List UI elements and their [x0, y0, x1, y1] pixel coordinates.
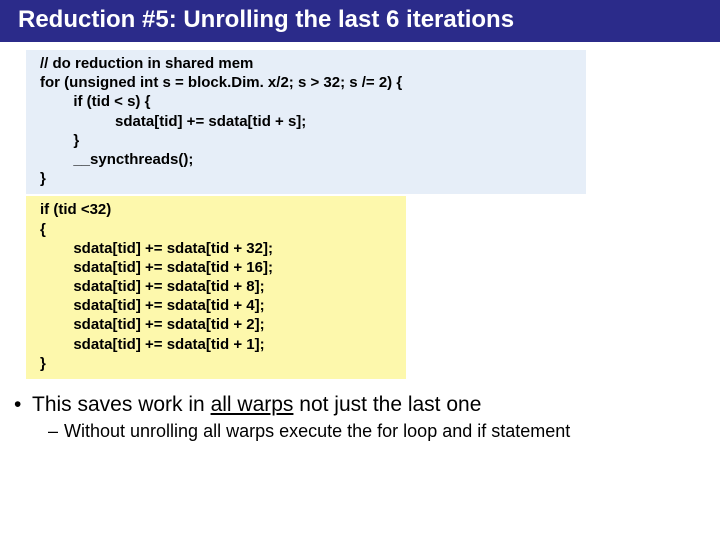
- bullet-dot-icon: •: [14, 393, 32, 417]
- code-line: sdata[tid] += sdata[tid + 4];: [40, 296, 392, 315]
- code-line: for (unsigned int s = block.Dim. x/2; s …: [40, 73, 572, 92]
- slide-content: // do reduction in shared mem for (unsig…: [0, 42, 720, 442]
- bullet-level-2: –Without unrolling all warps execute the…: [48, 421, 720, 442]
- bullet-text: Without unrolling all warps execute the …: [64, 421, 570, 441]
- code-line: sdata[tid] += sdata[tid + s];: [40, 112, 572, 131]
- bullet-dash-icon: –: [48, 421, 64, 442]
- code-line: }: [40, 354, 392, 373]
- code-line: }: [40, 131, 572, 150]
- code-line: __syncthreads();: [40, 150, 572, 169]
- code-line: sdata[tid] += sdata[tid + 32];: [40, 239, 392, 258]
- code-line: sdata[tid] += sdata[tid + 8];: [40, 277, 392, 296]
- code-block-loop: // do reduction in shared mem for (unsig…: [26, 50, 586, 194]
- code-line: if (tid < s) {: [40, 92, 572, 111]
- code-line: if (tid <32): [40, 200, 392, 219]
- bullet-text-post: not just the last one: [293, 393, 481, 416]
- code-line: sdata[tid] += sdata[tid + 16];: [40, 258, 392, 277]
- code-line: sdata[tid] += sdata[tid + 1];: [40, 335, 392, 354]
- code-line: sdata[tid] += sdata[tid + 2];: [40, 315, 392, 334]
- bullet-list: •This saves work in all warps not just t…: [14, 393, 720, 442]
- code-block-unrolled: if (tid <32) { sdata[tid] += sdata[tid +…: [26, 196, 406, 379]
- slide-title: Reduction #5: Unrolling the last 6 itera…: [0, 0, 720, 42]
- bullet-text-underlined: all warps: [211, 393, 294, 416]
- code-line: // do reduction in shared mem: [40, 54, 572, 73]
- bullet-level-1: •This saves work in all warps not just t…: [14, 393, 720, 417]
- bullet-text-pre: This saves work in: [32, 393, 211, 416]
- code-line: }: [40, 169, 572, 188]
- code-line: {: [40, 220, 392, 239]
